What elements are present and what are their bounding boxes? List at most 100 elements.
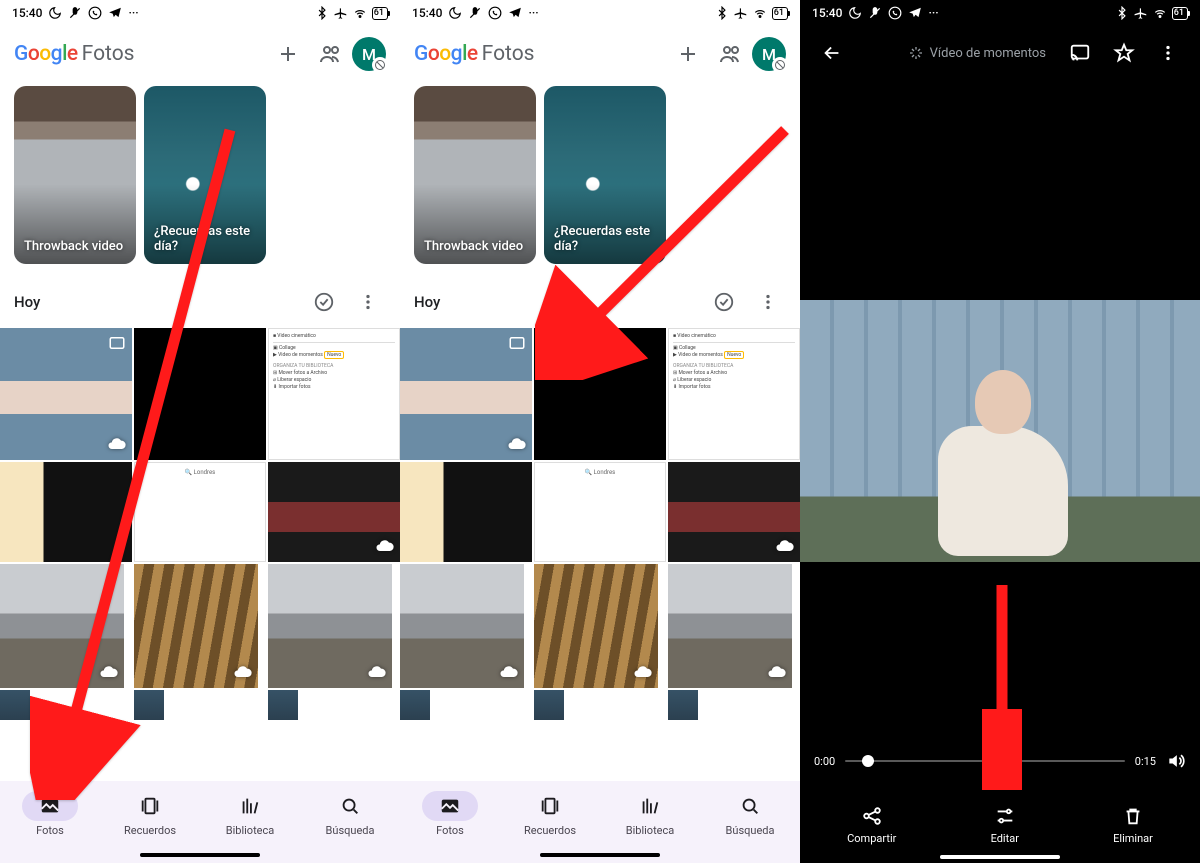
panel-1: 15:40 ··· 61 Google Fotos M [0,0,400,863]
video-icon [508,334,526,352]
moon-icon [448,6,462,20]
moments-video-chip[interactable]: Vídeo de momentos [898,39,1056,67]
bluetooth-icon [315,6,329,20]
app-header: Google Fotos M [0,26,400,82]
thumbnail[interactable] [0,328,132,460]
thumbnail[interactable] [400,462,532,562]
delete-button[interactable]: Eliminar [1113,805,1153,845]
thumbnail[interactable] [668,690,698,720]
thumbnail[interactable] [0,564,124,688]
thumbnail[interactable] [668,564,792,688]
airplane-icon [334,6,348,20]
thumbnail[interactable] [268,564,392,688]
wifi-icon [753,6,767,20]
sync-off-icon [372,57,388,73]
select-all-button[interactable] [306,284,342,320]
more-dots-icon: ··· [128,6,138,20]
thumbnail[interactable] [400,328,532,460]
account-avatar[interactable]: M [752,37,786,71]
sparkle-icon [908,45,924,61]
gesture-bar [940,855,1060,859]
thumbnail[interactable] [268,462,400,562]
add-button[interactable] [268,34,308,74]
add-button[interactable] [668,34,708,74]
favorite-button[interactable] [1104,33,1144,73]
share-people-button[interactable] [310,34,350,74]
thumbnail[interactable] [400,564,524,688]
cloud-icon [366,662,386,682]
memory-card-remember-day[interactable]: ¿Recuerdas este día? [544,86,666,264]
cloud-icon [506,434,526,454]
memories-row: Throwback video ¿Recuerdas este día? [400,82,800,276]
nav-busqueda[interactable]: Búsqueda [305,791,395,863]
grid-peek [0,690,400,720]
share-button[interactable]: Compartir [847,805,896,845]
cast-button[interactable] [1060,33,1100,73]
thumbnail[interactable] [400,690,430,720]
video-frame[interactable] [800,300,1200,562]
time-total: 0:15 [1135,755,1156,768]
section-header-today: Hoy [0,276,400,328]
share-people-button[interactable] [710,34,750,74]
nav-fotos[interactable]: Fotos [5,791,95,863]
moon-icon [848,6,862,20]
status-bar: 15:40 ··· 61 [800,0,1200,26]
airplane-icon [734,6,748,20]
cloud-icon [632,662,652,682]
select-all-button[interactable] [706,284,742,320]
account-avatar[interactable]: M [352,37,386,71]
wifi-icon [1153,6,1167,20]
app-header: Google Fotos M [400,26,800,82]
moon-icon [48,6,62,20]
app-title: Fotos [482,42,535,66]
thumbnail[interactable] [134,564,258,688]
overflow-button[interactable] [1148,33,1188,73]
scrub-track[interactable] [845,760,1125,762]
status-bar: 15:40 ··· 61 [400,0,800,26]
panel-3: 15:40 ··· 61 Vídeo de momentos [800,0,1200,863]
whatsapp-icon [888,6,902,20]
thumbnail[interactable] [534,564,658,688]
photo-grid: ■ Video cinemático ▣ Collage ▶ Video de … [400,328,800,688]
status-bar: 15:40 ··· 61 [0,0,400,26]
more-dots-icon: ··· [528,6,538,20]
section-header-today: Hoy [400,276,800,328]
thumbnail[interactable]: 🔍 Londres [534,462,666,562]
memory-card-remember-day[interactable]: ¿Recuerdas este día? [144,86,266,264]
bottom-nav: Fotos Recuerdos Biblioteca Búsqueda [0,781,400,863]
back-button[interactable] [812,33,852,73]
volume-icon[interactable] [1166,751,1186,771]
bluetooth-icon [1115,6,1129,20]
thumbnail[interactable]: ■ Video cinemático ▣ Collage ▶ Video de … [668,328,800,460]
section-title: Hoy [14,293,298,311]
scrub-thumb[interactable] [862,755,874,767]
more-dots-icon: ··· [928,6,938,20]
panel-2: 15:40 ··· 61 Google Fotos M [400,0,800,863]
more-menu-button[interactable] [350,284,386,320]
gesture-bar [140,853,260,857]
thumbnail[interactable]: 🔍 Londres [134,462,266,562]
cloud-icon [766,662,786,682]
thumbnail[interactable]: ■ Video cinemático ▣ Collage ▶ Video de … [268,328,400,460]
thumbnail[interactable] [668,462,800,562]
nav-busqueda[interactable]: Búsqueda [705,791,795,863]
nav-fotos[interactable]: Fotos [405,791,495,863]
sync-off-icon [772,57,788,73]
more-menu-button[interactable] [750,284,786,320]
thumbnail[interactable] [0,690,30,720]
cloud-icon [774,536,794,556]
thumbnail[interactable] [134,328,266,460]
thumbnail[interactable] [534,328,666,460]
thumbnail[interactable] [0,462,132,562]
thumbnail[interactable] [534,690,564,720]
cloud-icon [232,662,252,682]
video-scrubber[interactable]: 0:00 0:15 [800,751,1200,771]
thumbnail[interactable] [134,690,164,720]
thumbnail[interactable] [268,690,298,720]
edit-button[interactable]: Editar [991,805,1019,845]
google-logo: Google [14,42,78,66]
status-time: 15:40 [412,6,442,20]
memory-card-throwback[interactable]: Throwback video [414,86,536,264]
memory-card-throwback[interactable]: Throwback video [14,86,136,264]
whatsapp-icon [88,6,102,20]
